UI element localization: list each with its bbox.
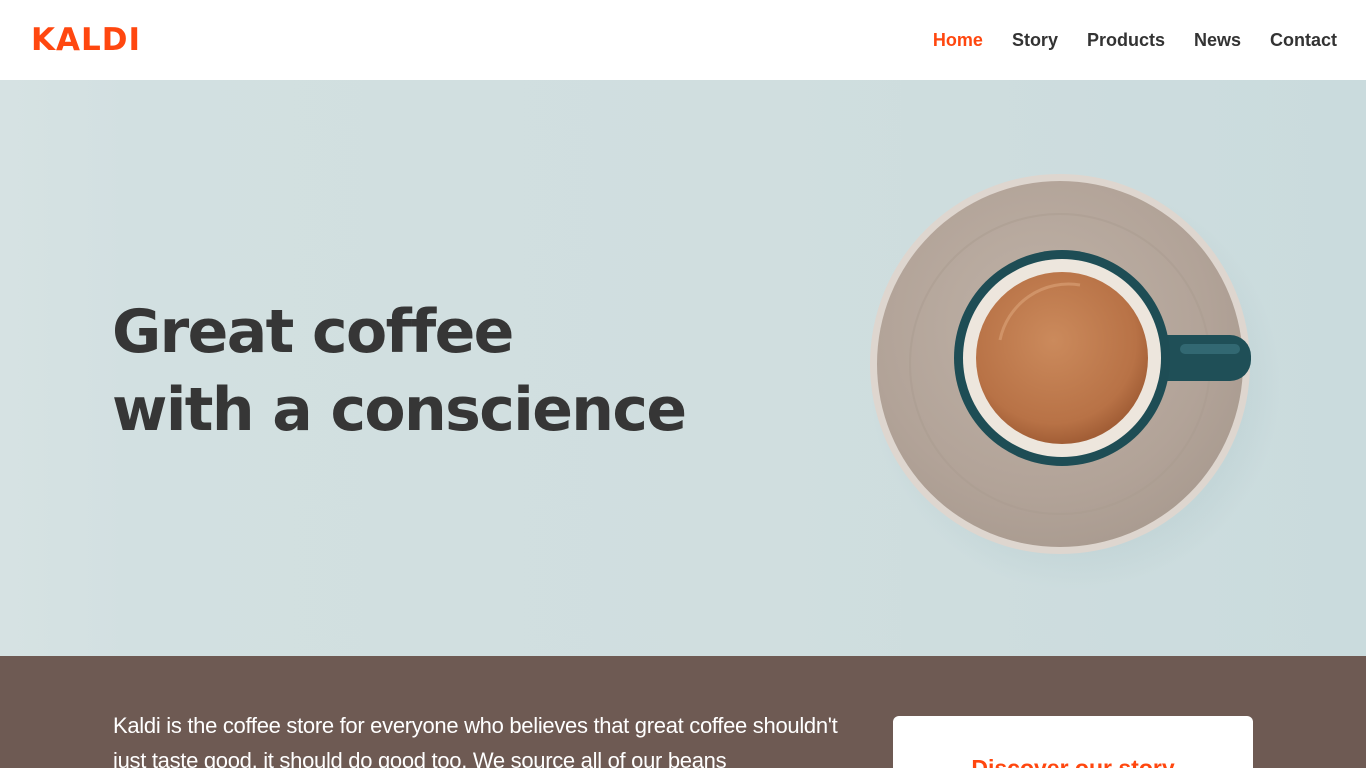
intro-text: Kaldi is the coffee store for everyone w…	[113, 713, 838, 768]
nav-link-story[interactable]: Story	[1012, 30, 1058, 51]
nav-link-contact[interactable]: Contact	[1270, 30, 1337, 51]
nav-link-products[interactable]: Products	[1087, 30, 1165, 51]
hero-title-line-1: Great coffee	[112, 297, 514, 367]
hero-title-line-2: with a conscience	[112, 375, 687, 445]
hero-title: Great coffee with a conscience	[112, 293, 752, 449]
nav-link-news[interactable]: News	[1194, 30, 1241, 51]
coffee-cup-image	[870, 174, 1280, 590]
intro-band: Kaldi is the coffee store for everyone w…	[0, 656, 1366, 768]
nav-link-home[interactable]: Home	[933, 30, 983, 51]
discover-story-button[interactable]: Discover our story	[893, 716, 1253, 768]
main-nav: Home Story Products News Contact	[933, 30, 1337, 51]
coffee	[976, 272, 1148, 444]
hero-section: Great coffee with a conscience	[0, 80, 1366, 656]
site-header: KALDI Home Story Products News Contact	[0, 0, 1366, 80]
logo[interactable]: KALDI	[31, 22, 141, 58]
